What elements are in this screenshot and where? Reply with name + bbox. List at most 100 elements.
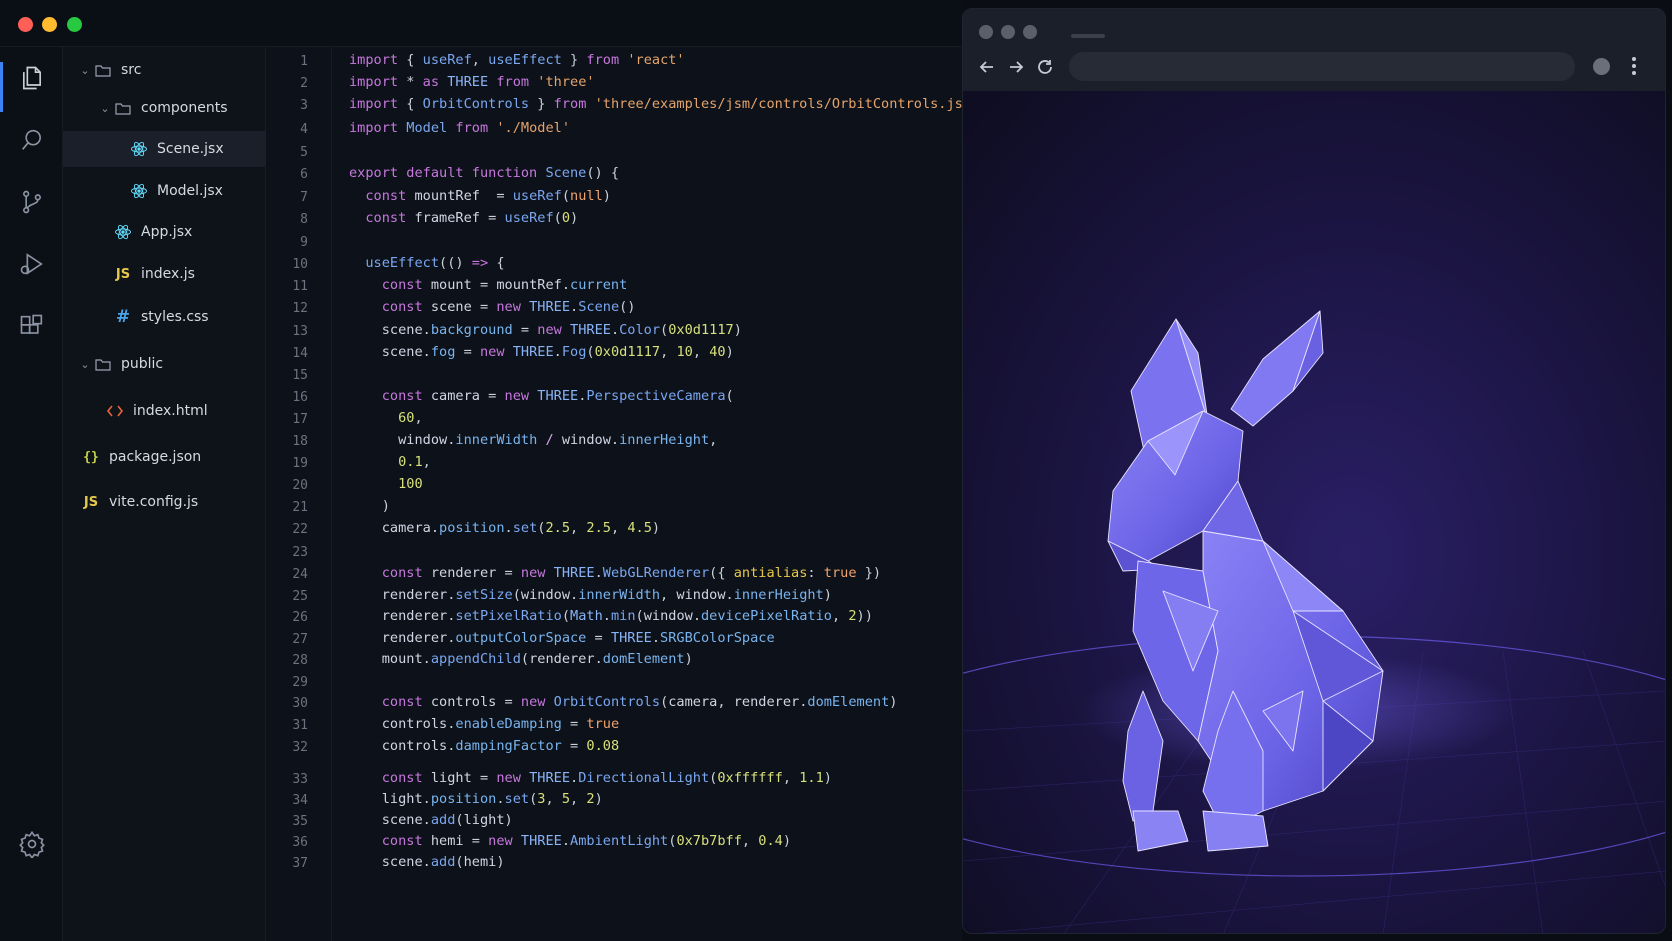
browser-maximize-button[interactable]	[1023, 25, 1037, 39]
code-line[interactable]: controls.dampingFactor = 0.08	[349, 738, 619, 754]
3d-scene-canvas[interactable]	[963, 91, 1666, 934]
code-token: =	[471, 299, 497, 315]
maximize-window-button[interactable]	[67, 17, 82, 32]
code-line[interactable]: import { useRef, useEffect } from 'react…	[349, 52, 685, 68]
code-token: .	[570, 770, 579, 786]
reload-icon[interactable]	[1033, 55, 1057, 79]
code-token: window	[398, 432, 448, 448]
code-line[interactable]: 60,	[349, 410, 423, 426]
code-line[interactable]: const hemi = new THREE.AmbientLight(0x7b…	[349, 833, 791, 849]
tree-file-package-json[interactable]: {} package.json	[63, 439, 266, 475]
code-editor[interactable]: 1 2 3 4 5 6 7 8 9 10 11 12 13 14 15 16 17 18 19 20 21 22 23 24 2…	[266, 47, 962, 941]
code-line[interactable]: camera.position.set(2.5, 2.5, 4.5)	[349, 520, 660, 536]
code-line[interactable]: scene.background = new THREE.Color(0x0d1…	[349, 322, 742, 338]
source-control-icon[interactable]	[15, 185, 49, 219]
code-line[interactable]: renderer.setPixelRatio(Math.min(window.d…	[349, 608, 873, 624]
code-line[interactable]: import Model from './Model'	[349, 120, 570, 136]
code-line[interactable]: scene.fog = new THREE.Fog(0x0d1117, 10, …	[349, 344, 734, 360]
extensions-icon[interactable]	[15, 309, 49, 343]
code-token: const	[381, 299, 423, 315]
browser-window	[962, 8, 1666, 934]
code-line[interactable]: 0.1,	[349, 454, 431, 470]
code-line[interactable]: light.position.set(3, 5, 2)	[349, 791, 603, 807]
profile-avatar[interactable]	[1593, 58, 1610, 75]
line-number: 3	[300, 98, 308, 113]
code-token: ,	[692, 344, 710, 360]
tree-file-index-html[interactable]: index.html	[63, 393, 266, 429]
code-line[interactable]: import * as THREE from 'three'	[349, 74, 595, 90]
code-token: new	[496, 299, 521, 315]
code-token: .	[725, 587, 734, 603]
tree-folder-components[interactable]: ⌄ components	[63, 90, 266, 126]
tree-folder-src[interactable]: ⌄ src	[63, 52, 266, 88]
settings-gear-icon[interactable]	[15, 827, 49, 861]
code-token: camera	[381, 520, 431, 536]
code-token: import	[349, 74, 399, 90]
code-line[interactable]: scene.add(light)	[349, 812, 513, 828]
code-line[interactable]: import { OrbitControls } from 'three/exa…	[349, 96, 962, 112]
code-line[interactable]: const light = new THREE.DirectionalLight…	[349, 770, 832, 786]
code-line[interactable]: window.innerWidth / window.innerHeight,	[349, 432, 717, 448]
browser-close-button[interactable]	[979, 25, 993, 39]
tree-file-index-js[interactable]: JS index.js	[63, 256, 266, 292]
code-token: .	[692, 608, 701, 624]
line-number: 17	[292, 412, 308, 427]
react-icon	[113, 223, 133, 241]
browser-minimize-button[interactable]	[1001, 25, 1015, 39]
code-line[interactable]: const controls = new OrbitControls(camer…	[349, 694, 898, 710]
code-token: 5	[561, 791, 571, 807]
code-token: camera	[430, 388, 480, 404]
code-token: './Model'	[496, 120, 571, 136]
tree-file-vite-config-js[interactable]: JS vite.config.js	[63, 484, 266, 520]
browser-menu-icon[interactable]	[1627, 53, 1641, 79]
code-line[interactable]: mount.appendChild(renderer.domElement)	[349, 651, 693, 667]
code-token: (	[455, 854, 464, 870]
code-line[interactable]: const renderer = new THREE.WebGLRenderer…	[349, 565, 881, 581]
code-line[interactable]: scene.add(hemi)	[349, 854, 505, 870]
code-token: ,	[414, 410, 423, 426]
back-arrow-icon[interactable]	[975, 55, 999, 79]
files-icon[interactable]	[15, 61, 49, 95]
tree-file-app-jsx[interactable]: App.jsx	[63, 214, 266, 250]
code-line[interactable]: renderer.setSize(window.innerWidth, wind…	[349, 587, 832, 603]
code-line[interactable]: controls.enableDamping = true	[349, 716, 619, 732]
code-token: .	[594, 651, 603, 667]
code-line[interactable]: renderer.outputColorSpace = THREE.SRGBCo…	[349, 630, 775, 646]
tree-file-styles-css[interactable]: # styles.css	[63, 299, 266, 335]
code-line[interactable]: )	[349, 498, 390, 514]
code-token: renderer	[381, 630, 448, 646]
code-line[interactable]: export default function Scene() {	[349, 165, 619, 181]
code-token: new	[520, 694, 546, 710]
code-token: THREE	[610, 630, 652, 646]
code-token: =	[479, 388, 505, 404]
tree-folder-public[interactable]: ⌄ public	[63, 346, 266, 382]
browser-tab[interactable]	[1071, 34, 1105, 38]
webgl-viewport[interactable]	[963, 91, 1666, 934]
code-token: )	[725, 344, 734, 360]
search-icon[interactable]	[15, 123, 49, 157]
code-token: new	[496, 770, 521, 786]
code-line[interactable]: const mount = mountRef.current	[349, 277, 628, 293]
code-line[interactable]: const camera = new THREE.PerspectiveCame…	[349, 388, 734, 404]
code-line[interactable]: useEffect(() => {	[349, 255, 504, 271]
minimize-window-button[interactable]	[42, 17, 57, 32]
code-line[interactable]: 100	[349, 476, 423, 492]
code-line[interactable]: const mountRef = useRef(null)	[349, 188, 611, 204]
code-token: THREE	[447, 74, 489, 90]
address-bar[interactable]	[1069, 52, 1575, 81]
code-token: {	[398, 52, 423, 68]
code-token: )	[823, 770, 832, 786]
close-window-button[interactable]	[18, 17, 33, 32]
code-line[interactable]: const scene = new THREE.Scene()	[349, 299, 636, 315]
code-line[interactable]: const frameRef = useRef(0)	[349, 210, 578, 226]
tree-file-scene-jsx[interactable]: Scene.jsx	[63, 131, 266, 167]
tree-file-model-jsx[interactable]: Model.jsx	[63, 173, 266, 209]
line-number: 27	[292, 632, 308, 647]
forward-arrow-icon[interactable]	[1004, 55, 1028, 79]
run-debug-icon[interactable]	[15, 247, 49, 281]
